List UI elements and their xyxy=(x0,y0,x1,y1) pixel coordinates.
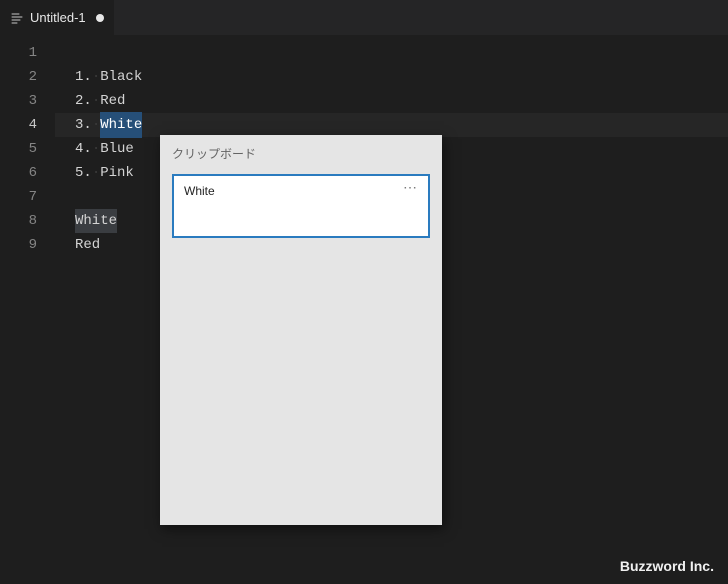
code-text: Blue xyxy=(100,137,134,161)
modified-dot-icon xyxy=(96,14,104,22)
code-text: Red xyxy=(75,233,100,257)
tab-title: Untitled-1 xyxy=(30,10,86,25)
line-number-gutter: 123456789 xyxy=(0,35,55,584)
whitespace-dot-icon: · xyxy=(92,137,100,161)
code-text: White xyxy=(100,112,142,138)
whitespace-dot-icon: · xyxy=(92,113,100,137)
code-text: Pink xyxy=(100,161,134,185)
whitespace-dot-icon: · xyxy=(92,161,100,185)
list-prefix: 5. xyxy=(75,161,92,185)
line-number: 8 xyxy=(0,209,55,233)
line-number: 4 xyxy=(0,113,55,137)
clipboard-title: クリップボード xyxy=(160,135,442,170)
code-line[interactable]: 2.·Red xyxy=(55,89,728,113)
line-number: 6 xyxy=(0,161,55,185)
list-prefix: 4. xyxy=(75,137,92,161)
clipboard-item[interactable]: White ⋯ xyxy=(172,174,430,238)
line-number: 3 xyxy=(0,89,55,113)
clipboard-panel: クリップボード White ⋯ xyxy=(160,135,442,525)
clipboard-item-text: White xyxy=(184,184,215,198)
line-number: 2 xyxy=(0,65,55,89)
whitespace-dot-icon: · xyxy=(92,89,100,113)
list-prefix: 3. xyxy=(75,113,92,137)
list-prefix: 2. xyxy=(75,89,92,113)
code-line[interactable] xyxy=(55,41,728,65)
code-text: Black xyxy=(100,65,142,89)
watermark: Buzzword Inc. xyxy=(620,558,714,574)
line-number: 5 xyxy=(0,137,55,161)
line-number: 9 xyxy=(0,233,55,257)
code-line[interactable]: 1.·Black xyxy=(55,65,728,89)
tab-bar: Untitled-1 xyxy=(0,0,728,35)
line-number: 1 xyxy=(0,41,55,65)
whitespace-dot-icon: · xyxy=(92,65,100,89)
code-text: Red xyxy=(100,89,125,113)
line-number: 7 xyxy=(0,185,55,209)
tab-untitled[interactable]: Untitled-1 xyxy=(0,0,115,35)
code-text: White xyxy=(75,209,117,233)
ellipsis-icon[interactable]: ⋯ xyxy=(403,180,418,194)
code-line[interactable]: 3.·White xyxy=(55,113,728,137)
file-lines-icon xyxy=(10,11,24,25)
list-prefix: 1. xyxy=(75,65,92,89)
